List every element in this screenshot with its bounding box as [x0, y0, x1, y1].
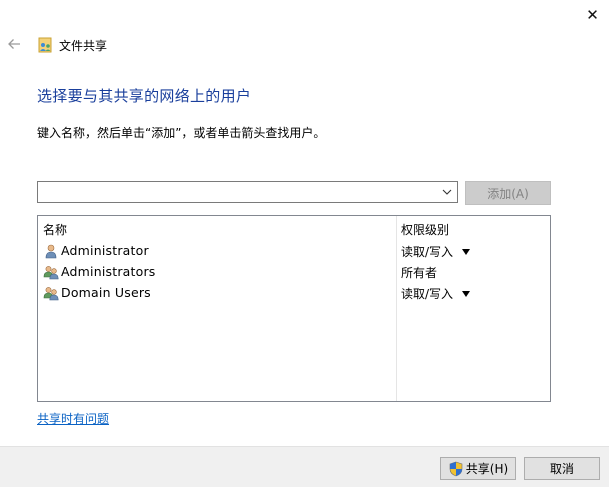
- file-sharing-icon: [38, 37, 52, 53]
- column-header-name[interactable]: 名称: [43, 221, 67, 238]
- users-group-icon: [43, 266, 59, 280]
- file-sharing-dialog: ✕ 文件共享 选择要与其共享的网络上的用户 键入名称，然后单击“添加”，或者单击…: [0, 0, 609, 487]
- share-button-label: 共享(H): [465, 462, 509, 476]
- permission-value: 读取/写入: [401, 287, 454, 301]
- user-icon: [45, 244, 57, 259]
- chevron-down-icon[interactable]: [441, 185, 453, 199]
- list-header: 名称 权限级别: [38, 220, 550, 238]
- row-user-name: Domain Users: [61, 285, 151, 300]
- sharing-help-link[interactable]: 共享时有问题: [37, 410, 109, 427]
- permission-owner: 所有者: [401, 264, 437, 281]
- title-bar: 文件共享: [37, 36, 107, 54]
- row-user-name: Administrator: [61, 243, 149, 258]
- table-row[interactable]: Administrator 读取/写入: [38, 241, 550, 261]
- instruction-text: 键入名称，然后单击“添加”，或者单击箭头查找用户。: [37, 126, 326, 140]
- permission-value: 读取/写入: [401, 245, 454, 259]
- table-row[interactable]: Administrators 所有者: [38, 262, 550, 282]
- permission-dropdown[interactable]: 读取/写入: [401, 285, 471, 302]
- permission-dropdown[interactable]: 读取/写入: [401, 243, 471, 260]
- users-group-icon: [43, 287, 59, 301]
- dropdown-arrow-icon[interactable]: [462, 291, 471, 297]
- close-icon: ✕: [586, 6, 599, 24]
- dialog-footer: 共享(H) 取消: [0, 446, 609, 487]
- share-button[interactable]: 共享(H): [440, 457, 516, 480]
- row-user-name: Administrators: [61, 264, 156, 279]
- column-header-permission[interactable]: 权限级别: [401, 221, 449, 238]
- table-row[interactable]: Domain Users 读取/写入: [38, 283, 550, 303]
- close-button[interactable]: ✕: [576, 0, 609, 30]
- dropdown-arrow-icon[interactable]: [462, 249, 471, 255]
- user-permission-list[interactable]: 名称 权限级别 Administrator 读取/写入 Administrato…: [37, 215, 551, 402]
- permission-value: 所有者: [401, 266, 438, 280]
- page-heading: 选择要与其共享的网络上的用户: [37, 87, 252, 105]
- back-arrow-icon[interactable]: [6, 36, 22, 52]
- window-title: 文件共享: [59, 38, 108, 53]
- uac-shield-icon: [449, 461, 463, 476]
- add-button[interactable]: 添加(A): [465, 181, 551, 205]
- user-name-combobox[interactable]: [37, 181, 458, 203]
- cancel-button[interactable]: 取消: [524, 457, 600, 480]
